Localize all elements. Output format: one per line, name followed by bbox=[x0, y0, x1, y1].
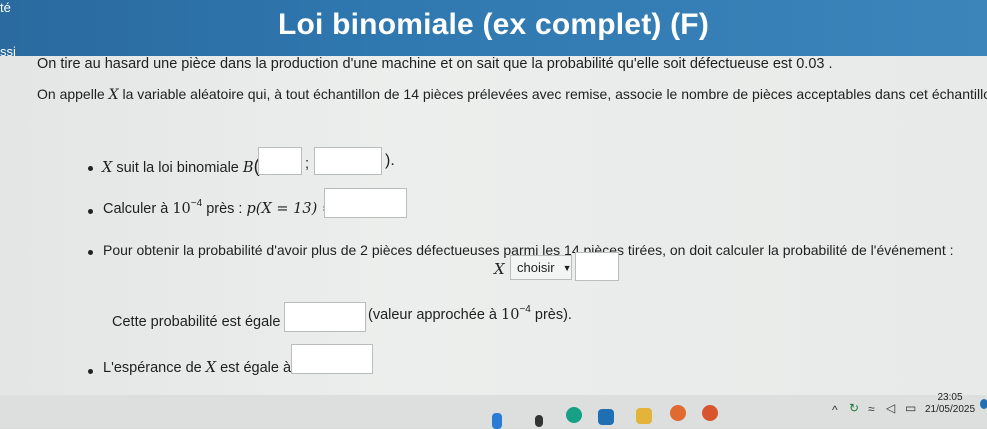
clock[interactable]: 23:05 21/05/2025 bbox=[922, 392, 978, 416]
q4-text: L'espérance de X est égale à bbox=[103, 360, 292, 376]
page-title: Loi binomiale (ex complet) (F) bbox=[277, 8, 710, 41]
chevron-up-icon[interactable]: ^ bbox=[832, 403, 838, 417]
event-value-input[interactable] bbox=[575, 252, 619, 281]
search-icon[interactable] bbox=[535, 415, 543, 427]
title-bar: té ssi Loi binomiale (ex complet) (F) bbox=[0, 0, 987, 59]
windows-icon[interactable] bbox=[492, 413, 502, 429]
taskbar: ^ ↻ ≈ ◁ ▭ 23:05 21/05/2025 bbox=[0, 392, 987, 429]
edge-icon[interactable] bbox=[566, 407, 582, 423]
bullet bbox=[88, 369, 93, 374]
sync-icon[interactable]: ↻ bbox=[849, 401, 859, 415]
intro-line-1: On tire au hasard une pièce dans la prod… bbox=[37, 56, 833, 72]
volume-icon[interactable]: ◁ bbox=[886, 401, 895, 415]
event-variable: X bbox=[494, 260, 505, 278]
store-icon[interactable] bbox=[598, 409, 614, 425]
clock-date: 21/05/2025 bbox=[924, 404, 976, 415]
firefox-icon[interactable] bbox=[670, 405, 686, 421]
q3-precision-text: (valeur approchée à 10−4 près). bbox=[368, 304, 572, 323]
notification-icon[interactable] bbox=[980, 399, 987, 409]
probability-result-input[interactable] bbox=[284, 302, 366, 332]
firefox-icon[interactable] bbox=[702, 405, 718, 421]
explorer-icon[interactable] bbox=[636, 408, 652, 424]
probability-x-13-input[interactable] bbox=[324, 188, 407, 218]
separator: ; bbox=[305, 156, 310, 172]
q1-text: X suit la loi binomiale B( bbox=[102, 156, 260, 176]
bullet bbox=[88, 209, 93, 214]
binomial-p-input[interactable] bbox=[314, 147, 382, 175]
bullet bbox=[88, 166, 93, 171]
clock-time: 23:05 bbox=[937, 392, 963, 403]
intro-line-2: On appelle X la variable aléatoire qui, … bbox=[37, 86, 987, 103]
bullet bbox=[88, 250, 93, 255]
wifi-icon[interactable]: ≈ bbox=[868, 402, 875, 416]
expectation-input[interactable] bbox=[291, 344, 373, 374]
corner-text-side: ssi bbox=[0, 44, 16, 59]
binomial-n-input[interactable] bbox=[258, 147, 302, 175]
closing-paren: ). bbox=[385, 152, 395, 169]
q3-result-text: Cette probabilité est égale à bbox=[112, 314, 293, 330]
q2-text: Calculer à 10−4 près : p(X = 13) = bbox=[103, 198, 334, 217]
battery-icon[interactable]: ▭ bbox=[905, 401, 916, 415]
event-operator-select[interactable]: choisir ▼ bbox=[510, 255, 572, 280]
select-value: choisir bbox=[517, 260, 555, 275]
chevron-down-icon: ▼ bbox=[562, 262, 572, 273]
